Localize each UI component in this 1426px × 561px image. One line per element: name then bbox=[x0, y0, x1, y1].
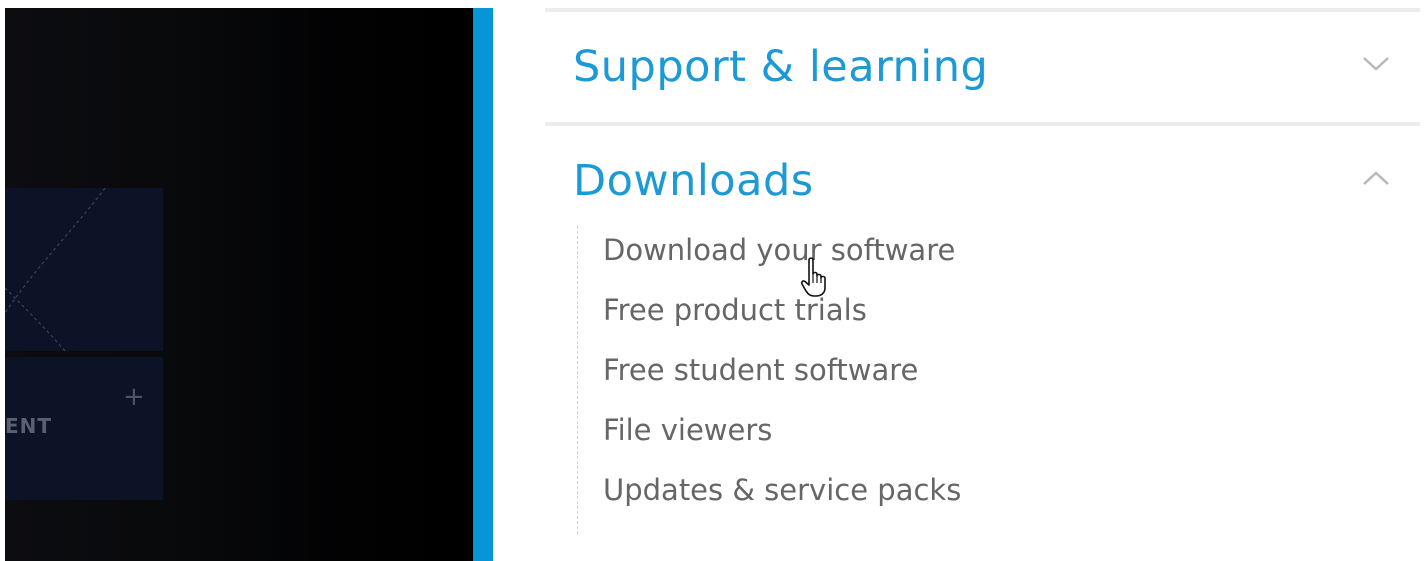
link-updates-service-packs[interactable]: Updates & service packs bbox=[578, 470, 1420, 530]
section-title-downloads: Downloads bbox=[573, 156, 814, 206]
decorative-arc bbox=[5, 187, 106, 352]
chevron-down-icon bbox=[1363, 57, 1389, 71]
chevron-up-icon bbox=[1363, 171, 1389, 185]
footer-menu: Support & learning Downloads Download yo… bbox=[545, 8, 1420, 534]
link-free-product-trials[interactable]: Free product trials bbox=[578, 290, 1420, 350]
link-free-student-software[interactable]: Free student software bbox=[578, 350, 1420, 410]
link-download-software[interactable]: Download your software bbox=[578, 230, 1420, 290]
hero-card-image[interactable] bbox=[5, 187, 163, 352]
hero-panel: ENT + bbox=[5, 8, 475, 561]
accent-bar bbox=[473, 8, 493, 561]
plus-icon[interactable]: + bbox=[123, 384, 145, 410]
link-file-viewers[interactable]: File viewers bbox=[578, 410, 1420, 470]
page: ENT + Support & learning Downloads Downl bbox=[0, 0, 1426, 561]
section-title-support-learning: Support & learning bbox=[573, 42, 989, 92]
section-support-learning: Support & learning bbox=[545, 12, 1420, 122]
support-learning-toggle[interactable]: Support & learning bbox=[545, 12, 1420, 122]
downloads-links: Download your software Free product tria… bbox=[577, 226, 1420, 534]
downloads-toggle[interactable]: Downloads bbox=[545, 126, 1420, 226]
section-downloads: Downloads Download your software Free pr… bbox=[545, 126, 1420, 534]
hero-card-text: ENT bbox=[5, 414, 53, 438]
